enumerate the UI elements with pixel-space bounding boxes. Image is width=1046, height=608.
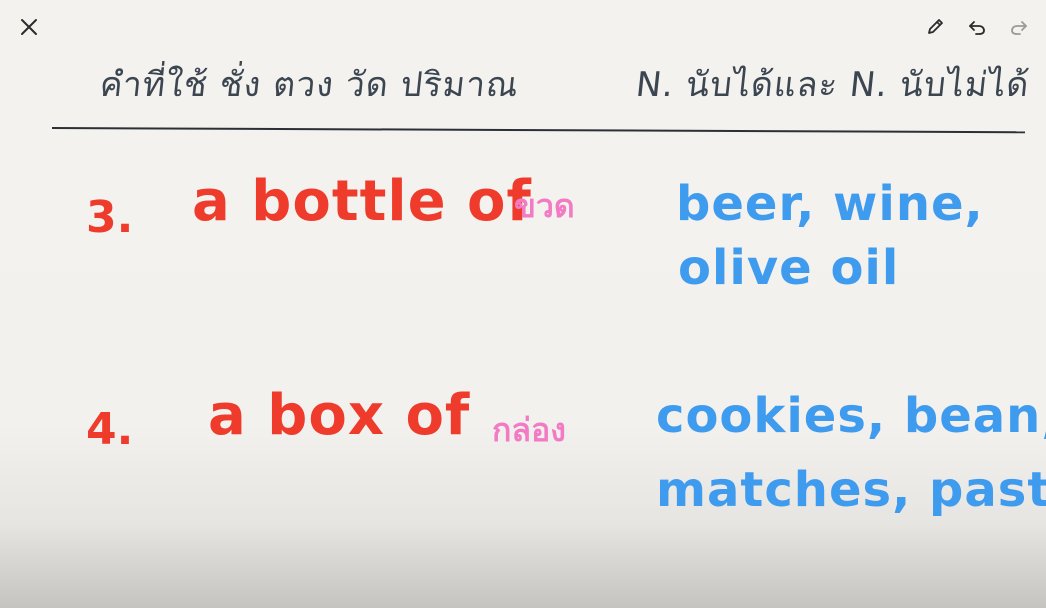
item-number: 3.	[86, 192, 134, 243]
item-thai-translation: ขวด	[514, 187, 575, 225]
header-right-title: N. นับได้และ N. นับไม่ได้	[633, 65, 1032, 105]
pencil-icon	[925, 17, 945, 37]
redo-button[interactable]	[1006, 14, 1032, 40]
header-divider	[51, 127, 1025, 134]
item-thai-translation: กล่อง	[492, 411, 566, 449]
item-phrase: a bottle of	[192, 169, 532, 234]
redo-icon	[1009, 17, 1029, 37]
undo-button[interactable]	[964, 14, 990, 40]
pencil-button[interactable]	[922, 14, 948, 40]
header-left-title: คำที่ใช้ ชั่ง ตวง วัด ปริมาณ	[97, 65, 521, 105]
item-phrase: a box of	[208, 383, 471, 448]
undo-icon	[967, 17, 987, 37]
item-examples-line2: matches, pasta	[656, 462, 1046, 518]
close-icon	[19, 17, 39, 37]
item-examples-line1: cookies, bean,	[656, 388, 1046, 444]
close-button[interactable]	[16, 14, 42, 40]
item-number: 4.	[86, 404, 134, 455]
item-examples-line2: olive oil	[678, 240, 900, 296]
item-examples-line1: beer, wine,	[676, 176, 984, 232]
